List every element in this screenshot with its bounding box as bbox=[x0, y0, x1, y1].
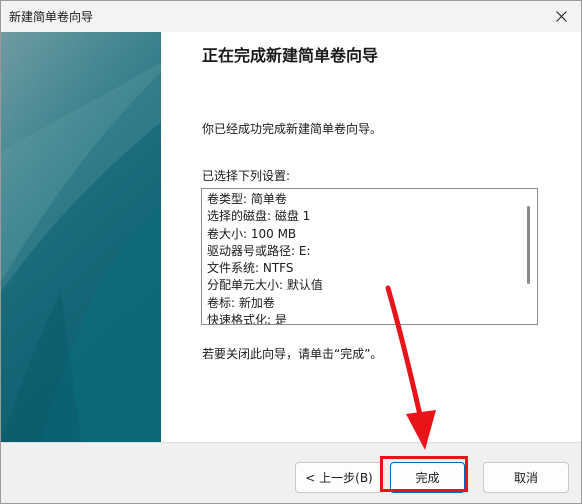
settings-label: 已选择下列设置: bbox=[202, 169, 291, 183]
list-item: 驱动器号或路径: E: bbox=[207, 243, 311, 258]
list-item: 卷类型: 简单卷 bbox=[207, 192, 287, 206]
cancel-button[interactable]: 取消 bbox=[483, 462, 569, 493]
list-item: 选择的磁盘: 磁盘 1 bbox=[207, 209, 311, 224]
window-title: 新建简单卷向导 bbox=[9, 10, 94, 24]
wizard-content: 正在完成新建简单卷向导 你已经成功完成新建简单卷向导。 已选择下列设置: 卷类型… bbox=[161, 32, 581, 442]
finish-highlight-box bbox=[380, 456, 468, 492]
title-bar: 新建简单卷向导 bbox=[1, 1, 581, 32]
button-bar: < 上一步(B) 完成 取消 bbox=[1, 442, 581, 503]
close-button[interactable] bbox=[541, 1, 581, 32]
list-item: 分配单元大小: 默认值 bbox=[207, 278, 323, 293]
completion-message: 你已经成功完成新建简单卷向导。 bbox=[202, 122, 383, 136]
back-button[interactable]: < 上一步(B) bbox=[295, 462, 383, 493]
list-item: 快速格式化: 是 bbox=[207, 313, 287, 325]
list-scrollbar[interactable] bbox=[522, 190, 536, 323]
wizard-window: 新建简单卷向导 正在完成新建简单卷向导 你已经成功完成新建简单卷向导。 已选择下… bbox=[0, 0, 582, 504]
scrollbar-thumb[interactable] bbox=[527, 206, 530, 284]
settings-list[interactable]: 卷类型: 简单卷 选择的磁盘: 磁盘 1 卷大小: 100 MB 驱动器号或路径… bbox=[201, 188, 538, 325]
close-icon bbox=[555, 11, 567, 22]
close-instruction: 若要关闭此向导，请单击“完成”。 bbox=[202, 347, 383, 361]
list-item: 卷标: 新加卷 bbox=[207, 295, 275, 310]
wizard-side-banner bbox=[1, 32, 161, 442]
list-item: 卷大小: 100 MB bbox=[207, 226, 297, 241]
page-title: 正在完成新建简单卷向导 bbox=[202, 46, 379, 65]
list-item: 文件系统: NTFS bbox=[207, 261, 294, 276]
